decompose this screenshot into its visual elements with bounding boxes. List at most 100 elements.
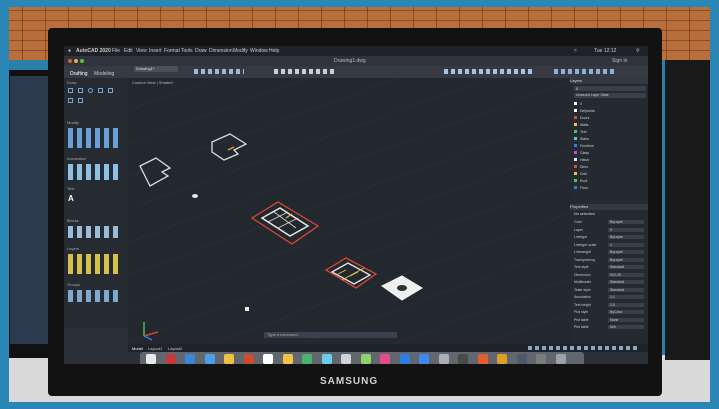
property-value[interactable]: ByColor xyxy=(608,310,644,314)
property-row[interactable]: Plot table None xyxy=(574,317,644,323)
menu-modify[interactable]: Modify xyxy=(233,48,248,54)
property-row[interactable]: Plot style ByColor xyxy=(574,310,644,315)
drawing-viewport[interactable]: Custom View | Shaded SE xyxy=(128,78,624,344)
line-tool-icon[interactable] xyxy=(68,88,73,93)
polyline-tool-icon[interactable] xyxy=(78,88,83,93)
block-tools[interactable] xyxy=(68,226,122,238)
layer-row[interactable]: Floor xyxy=(574,186,644,191)
property-value[interactable]: ByLayer xyxy=(608,220,644,224)
property-value[interactable]: 0 xyxy=(608,227,644,232)
dock-app-icon[interactable] xyxy=(536,354,546,364)
document-tab[interactable]: Drawing1* xyxy=(134,66,178,72)
property-row[interactable]: Color ByLayer xyxy=(574,220,644,225)
menu-view[interactable]: View xyxy=(136,48,147,54)
menu-dimension[interactable]: Dimension xyxy=(209,48,233,54)
layer-row[interactable]: Stairs xyxy=(574,137,644,142)
tab-layout1[interactable]: Layout1 xyxy=(148,346,162,351)
dock-app-icon[interactable] xyxy=(146,354,156,364)
property-value[interactable]: N/A xyxy=(608,325,644,329)
layer-color-swatch[interactable] xyxy=(574,116,577,119)
toolbar-icons-center[interactable] xyxy=(274,69,334,74)
dock-app-icon[interactable] xyxy=(263,354,273,364)
section-blocks[interactable]: Blocks xyxy=(67,218,79,223)
dock-app-icon[interactable] xyxy=(341,354,351,364)
group-tools[interactable] xyxy=(68,290,122,302)
layer-row[interactable]: Furniture xyxy=(574,144,644,149)
property-value[interactable]: Standard xyxy=(608,265,644,269)
dock-app-icon[interactable] xyxy=(185,354,195,364)
dock-app-icon[interactable] xyxy=(165,354,176,364)
apple-icon[interactable]: ● xyxy=(68,48,71,54)
layer-row[interactable]: Hatch xyxy=(574,158,644,163)
dock-app-icon[interactable] xyxy=(243,354,254,364)
dock-app-icon[interactable] xyxy=(399,354,410,364)
property-value[interactable]: ISO-25 xyxy=(608,272,644,277)
menu-tools[interactable]: Tools xyxy=(181,48,193,54)
property-value[interactable]: 2.5 xyxy=(608,302,644,307)
menu-edit[interactable]: Edit xyxy=(124,48,133,54)
command-line-input[interactable]: Type a command xyxy=(264,332,397,338)
section-annotation[interactable]: Annotation xyxy=(67,156,86,161)
zoom-icon[interactable] xyxy=(80,59,84,63)
text-tool-icon[interactable]: A xyxy=(68,194,74,203)
ellipse-tool-icon[interactable] xyxy=(78,98,83,103)
toolbar-icons-right[interactable] xyxy=(444,69,534,74)
layer-color-swatch[interactable] xyxy=(574,158,577,161)
property-value[interactable]: 1 xyxy=(608,242,644,247)
layer-color-swatch[interactable] xyxy=(574,130,577,133)
minimize-icon[interactable] xyxy=(74,59,78,63)
circle-tool-icon[interactable] xyxy=(88,88,93,93)
property-row[interactable]: Table style Standard xyxy=(574,287,644,293)
dock-app-icon[interactable] xyxy=(282,354,293,364)
close-icon[interactable] xyxy=(68,59,72,63)
layer-color-swatch[interactable] xyxy=(574,109,577,112)
dock-app-icon[interactable] xyxy=(497,354,507,364)
tab-model[interactable]: Model xyxy=(132,346,143,351)
property-value[interactable]: ByLayer xyxy=(608,257,644,262)
dock-app-icon[interactable] xyxy=(458,354,468,364)
layer-row[interactable]: Doors xyxy=(574,116,644,121)
tab-layout2[interactable]: Layout2 xyxy=(168,346,182,351)
layer-row[interactable]: Grid xyxy=(574,172,644,177)
menu-window[interactable]: Window xyxy=(250,48,268,54)
section-modify[interactable]: Modify xyxy=(67,120,79,125)
app-name[interactable]: AutoCAD 2020 xyxy=(76,48,111,54)
dock-app-icon[interactable] xyxy=(477,354,488,364)
property-value[interactable]: ByLayer xyxy=(608,250,644,254)
section-draw[interactable]: Draw xyxy=(67,80,76,85)
tab-modeling[interactable]: Modeling xyxy=(94,71,114,77)
property-row[interactable]: Text style Standard xyxy=(574,265,644,270)
layer-state-dropdown[interactable]: Unsaved Layer State xyxy=(574,93,646,98)
dock-app-icon[interactable] xyxy=(555,354,566,364)
property-row[interactable]: Transparency ByLayer xyxy=(574,257,644,263)
property-value[interactable]: None xyxy=(608,317,644,322)
layer-row[interactable]: Roof xyxy=(574,179,644,184)
property-row[interactable]: Layer 0 xyxy=(574,227,644,233)
layer-row[interactable]: Walls xyxy=(574,123,644,128)
section-text[interactable]: Text xyxy=(67,186,74,191)
layer-row[interactable]: Glass xyxy=(574,151,644,156)
layer-color-swatch[interactable] xyxy=(574,151,577,154)
toolbar-icons-left[interactable] xyxy=(194,69,244,74)
property-row[interactable]: Annotation 1:1 xyxy=(574,295,644,300)
property-row[interactable]: Linetype ByLayer xyxy=(574,235,644,240)
layer-color-swatch[interactable] xyxy=(574,179,577,182)
layer-color-swatch[interactable] xyxy=(574,172,577,175)
current-layer-field[interactable]: 0 xyxy=(574,86,646,91)
dock-app-icon[interactable] xyxy=(224,354,234,364)
modify-tools[interactable] xyxy=(68,128,122,148)
spotlight-icon[interactable]: ⚲ xyxy=(636,48,640,54)
dock-app-icon[interactable] xyxy=(419,354,429,364)
property-row[interactable]: Text height 2.5 xyxy=(574,302,644,308)
dock-app-icon[interactable] xyxy=(321,354,332,364)
layer-color-swatch[interactable] xyxy=(574,123,577,126)
annotation-tools[interactable] xyxy=(68,164,122,180)
property-row[interactable]: Dimension ISO-25 xyxy=(574,272,644,278)
layer-tools[interactable] xyxy=(68,254,122,274)
layer-row[interactable]: 0 xyxy=(574,102,644,107)
tab-drafting[interactable]: Drafting xyxy=(70,71,88,77)
dock-app-icon[interactable] xyxy=(438,354,449,364)
layer-color-swatch[interactable] xyxy=(574,144,577,147)
layer-color-swatch[interactable] xyxy=(574,186,577,189)
layer-row[interactable]: Defpoints xyxy=(574,109,644,114)
